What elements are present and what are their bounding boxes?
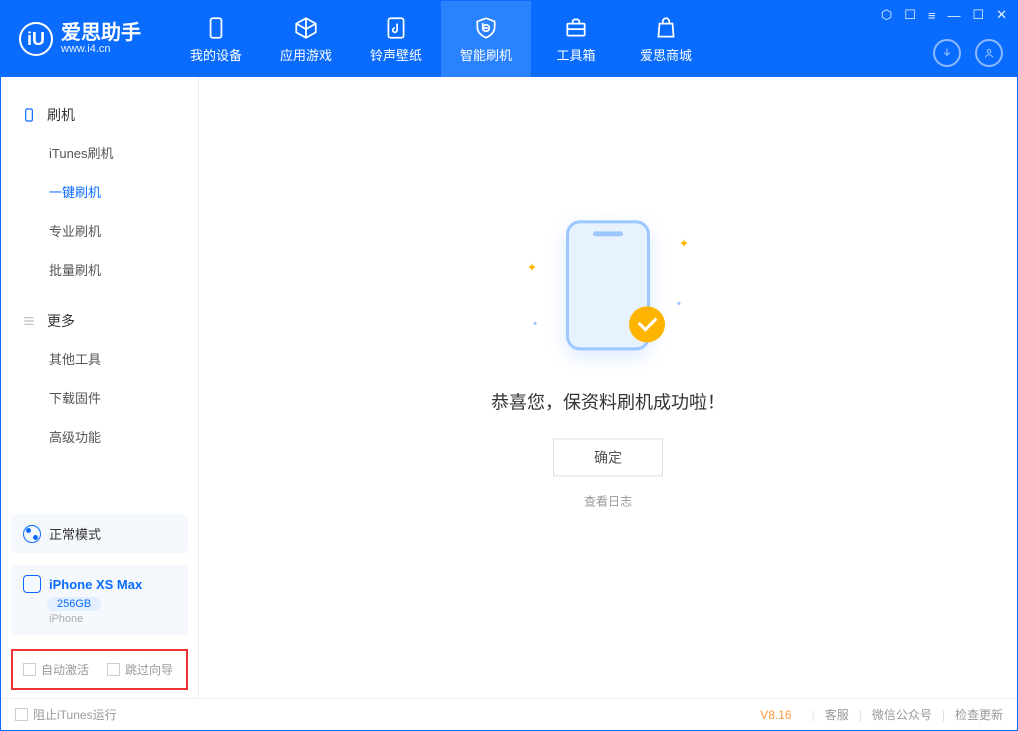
group-label: 更多 [47,311,75,331]
cube-icon [293,15,319,41]
footer-link-support[interactable]: 客服 [825,706,849,723]
sparkle-icon: • [533,316,537,330]
bag-icon [653,15,679,41]
music-file-icon [383,15,409,41]
refresh-shield-icon [473,15,499,41]
checkbox-auto-activate[interactable]: 自动激活 [23,661,89,678]
sidebar: 刷机 iTunes刷机 一键刷机 专业刷机 批量刷机 更多 其他工具 下载固件 … [1,77,199,698]
sidebar-group-flash: 刷机 [1,97,198,133]
checkbox-icon [15,708,28,721]
success-message: 恭喜您，保资料刷机成功啦！ [491,388,725,414]
sidebar-group-more: 更多 [1,303,198,339]
main-tabs: 我的设备 应用游戏 铃声壁纸 智能刷机 工具箱 爱思商城 [171,1,711,77]
checkbox-label: 跳过向导 [125,661,173,678]
sidebar-item-other-tools[interactable]: 其他工具 [1,339,198,378]
tab-store[interactable]: 爱思商城 [621,1,711,77]
sidebar-item-advanced[interactable]: 高级功能 [1,417,198,456]
checkbox-label: 自动激活 [41,661,89,678]
download-button[interactable] [933,39,961,67]
footer-link-update[interactable]: 检查更新 [955,706,1003,723]
version-label: V8.16 [760,708,791,722]
sparkle-icon: • [677,296,681,310]
briefcase-icon [563,15,589,41]
sidebar-item-oneclick-flash[interactable]: 一键刷机 [1,172,198,211]
sparkle-icon: ✦ [527,260,537,274]
device-type: iPhone [49,613,176,625]
menu-icon[interactable]: ≡ [928,8,936,23]
tab-flash[interactable]: 智能刷机 [441,1,531,77]
footer-link-wechat[interactable]: 微信公众号 [872,706,932,723]
group-label: 刷机 [47,105,75,125]
success-illustration: ✦ ✦ • • [523,220,693,360]
logo: iU 爱思助手 www.i4.cn [1,22,159,56]
tab-label: 我的设备 [190,45,242,64]
device-phone-icon [23,575,41,593]
user-button[interactable] [975,39,1003,67]
device-card[interactable]: iPhone XS Max 256GB iPhone [11,565,188,635]
check-badge-icon [629,306,665,342]
mode-icon [23,525,41,543]
app-title: 爱思助手 [61,23,141,43]
device-icon [203,15,229,41]
minimize-button[interactable]: — [947,8,960,23]
tab-device[interactable]: 我的设备 [171,1,261,77]
app-subtitle: www.i4.cn [61,43,141,55]
shirt-icon[interactable]: ⬡ [881,7,892,23]
tab-label: 智能刷机 [460,45,512,64]
checkbox-label: 阻止iTunes运行 [33,706,117,723]
checkbox-icon [23,663,36,676]
status-bar: 阻止iTunes运行 V8.16 | 客服 | 微信公众号 | 检查更新 [1,698,1017,730]
feedback-icon[interactable]: ☐ [904,7,916,23]
ok-button[interactable]: 确定 [553,438,663,476]
sidebar-item-batch-flash[interactable]: 批量刷机 [1,250,198,289]
checkbox-skip-guide[interactable]: 跳过向导 [107,661,173,678]
tab-toolbox[interactable]: 工具箱 [531,1,621,77]
maximize-button[interactable]: ☐ [972,7,984,23]
app-header: iU 爱思助手 www.i4.cn 我的设备 应用游戏 铃声壁纸 智能刷机 工具… [1,1,1017,77]
phone-icon [21,107,37,123]
header-right-buttons [933,39,1003,67]
tab-apps[interactable]: 应用游戏 [261,1,351,77]
tab-ringtone[interactable]: 铃声壁纸 [351,1,441,77]
highlighted-options: 自动激活 跳过向导 [11,649,188,690]
logo-icon: iU [19,22,53,56]
tab-label: 应用游戏 [280,45,332,64]
checkbox-icon [107,663,120,676]
mode-card[interactable]: 正常模式 [11,514,188,553]
close-button[interactable]: ✕ [996,7,1007,23]
sidebar-item-pro-flash[interactable]: 专业刷机 [1,211,198,250]
checkbox-block-itunes[interactable]: 阻止iTunes运行 [15,706,117,723]
sparkle-icon: ✦ [679,236,689,250]
tab-label: 铃声壁纸 [370,45,422,64]
mode-label: 正常模式 [49,524,101,543]
window-controls: ⬡ ☐ ≡ — ☐ ✕ [881,7,1007,23]
view-log-link[interactable]: 查看日志 [584,492,632,509]
main-content: ✦ ✦ • • 恭喜您，保资料刷机成功啦！ 确定 查看日志 [199,77,1017,698]
tab-label: 爱思商城 [640,45,692,64]
list-icon [21,313,37,329]
tab-label: 工具箱 [556,45,595,64]
sidebar-item-itunes-flash[interactable]: iTunes刷机 [1,133,198,172]
device-storage-badge: 256GB [47,597,101,611]
device-name: iPhone XS Max [49,577,142,592]
sidebar-item-download-firmware[interactable]: 下载固件 [1,378,198,417]
